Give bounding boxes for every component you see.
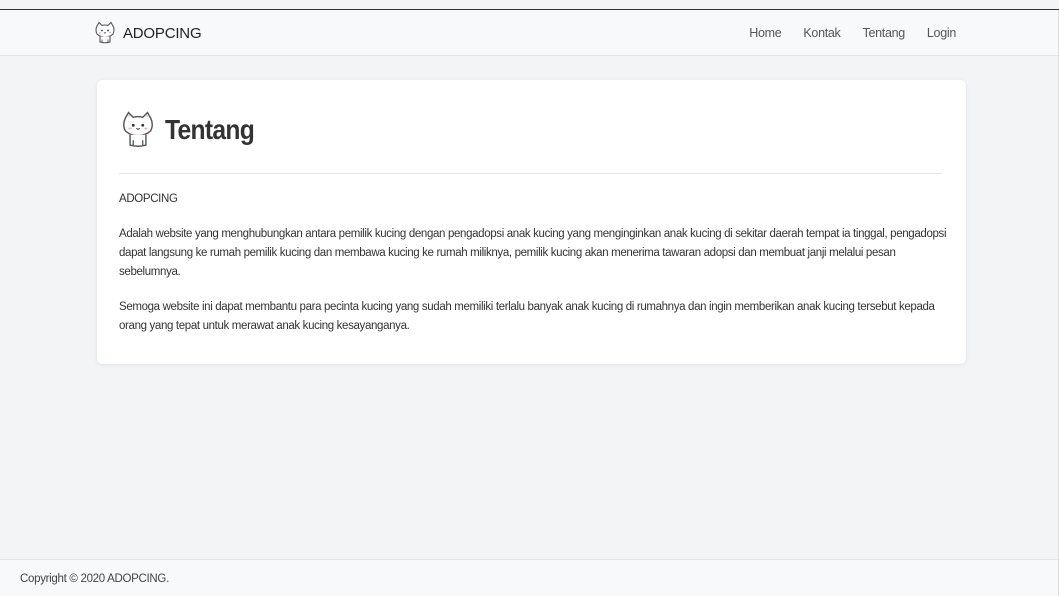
nav-links: Home Kontak Tentang Login [749, 10, 956, 56]
about-card: Tentang ADOPCING Adalah website yang men… [97, 80, 966, 364]
nav-home[interactable]: Home [749, 26, 781, 40]
brand-label: ADOPCING [123, 24, 202, 42]
copyright-text: Copyright © 2020 ADOPCING. [20, 573, 169, 585]
nav-login[interactable]: Login [927, 26, 956, 40]
card-header: Tentang [119, 110, 266, 150]
about-paragraph: Semoga website ini dapat membantu para p… [119, 301, 935, 332]
navbar: ADOPCING Home Kontak Tentang Login [0, 10, 1059, 56]
nav-tentang[interactable]: Tentang [863, 26, 906, 40]
about-paragraph: Adalah website yang menghubungkan antara… [119, 228, 947, 278]
brand-line: ADOPCING [119, 193, 178, 205]
title-divider [119, 173, 942, 174]
footer: Copyright © 2020 ADOPCING. [0, 559, 1059, 596]
nav-kontak[interactable]: Kontak [803, 26, 840, 40]
page-title: Tentang [165, 114, 255, 145]
cat-icon [93, 21, 117, 45]
cat-icon [119, 110, 157, 150]
about-content: ADOPCING Adalah website yang menghubungk… [119, 190, 949, 352]
navbar-brand[interactable]: ADOPCING [93, 12, 202, 54]
